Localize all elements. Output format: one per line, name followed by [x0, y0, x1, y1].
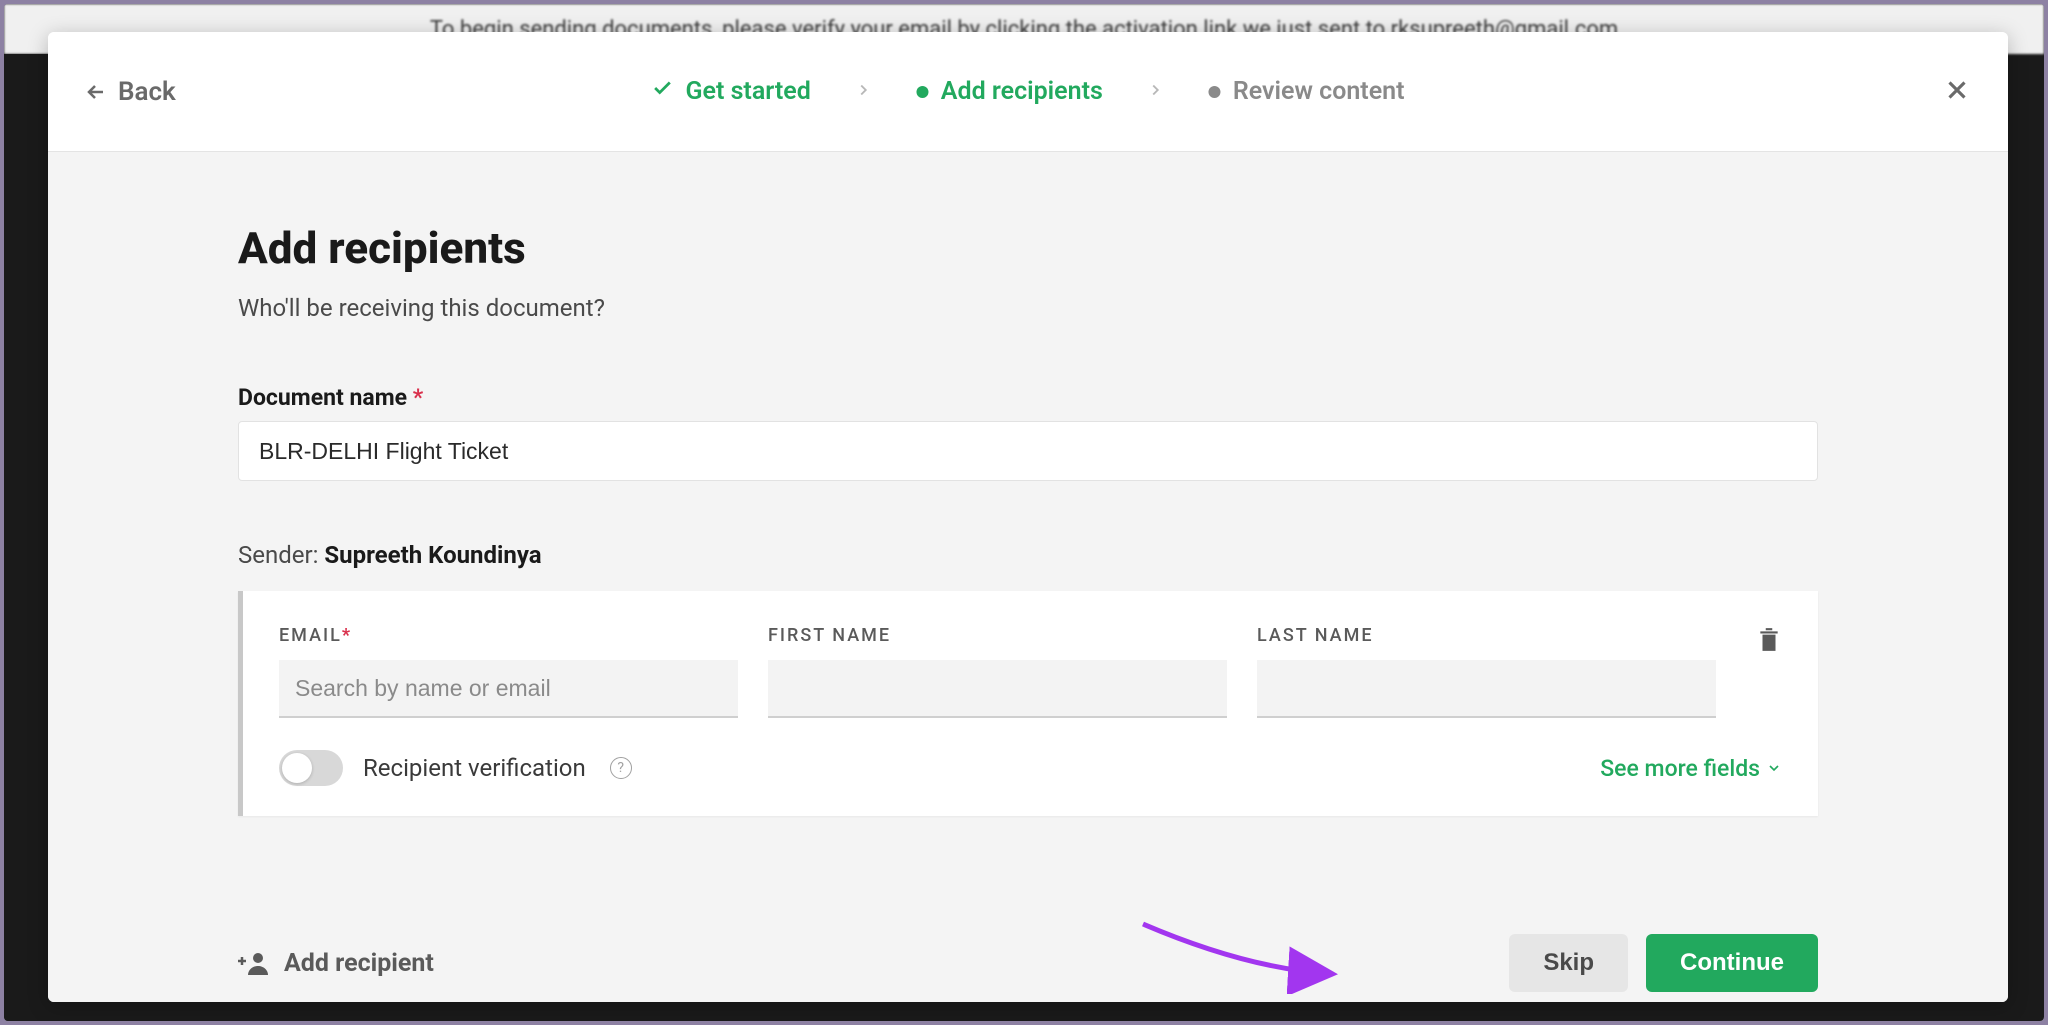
step-label: Get started [685, 77, 810, 106]
step-label: Review content [1233, 77, 1405, 106]
first-name-label: FIRST NAME [768, 625, 1227, 646]
required-indicator: * [342, 625, 350, 646]
chevron-down-icon [1766, 760, 1782, 776]
sender-name: Supreeth Koundinya [324, 541, 541, 569]
page-title: Add recipients [238, 222, 1818, 274]
footer-actions: Add recipient Skip Continue [238, 934, 1818, 992]
close-button[interactable] [1942, 75, 1972, 109]
trash-icon [1756, 625, 1782, 655]
stepper: Get started Add recipients Review conten… [651, 77, 1404, 106]
document-name-input[interactable] [238, 421, 1818, 481]
see-more-fields-link[interactable]: See more fields [1600, 755, 1782, 782]
step-label: Add recipients [941, 77, 1103, 106]
verification-label: Recipient verification [363, 754, 586, 782]
add-recipient-button[interactable]: Add recipient [238, 949, 434, 978]
add-recipient-label: Add recipient [284, 949, 434, 978]
delete-recipient-button[interactable] [1756, 625, 1782, 659]
add-recipients-modal: Back Get started Add recipients [48, 32, 2008, 1002]
dot-icon [1209, 86, 1221, 98]
arrow-left-icon [84, 80, 108, 104]
last-name-input[interactable] [1257, 660, 1716, 718]
step-review-content[interactable]: Review content [1209, 77, 1405, 106]
back-label: Back [118, 77, 176, 107]
help-icon[interactable]: ? [610, 757, 632, 779]
close-icon [1942, 75, 1972, 105]
modal-body: Add recipients Who'll be receiving this … [48, 152, 2008, 1002]
page-subtitle: Who'll be receiving this document? [238, 294, 1818, 322]
dot-icon [917, 86, 929, 98]
recipient-verification-toggle[interactable] [279, 750, 343, 786]
continue-button[interactable]: Continue [1646, 934, 1818, 992]
back-button[interactable]: Back [84, 77, 176, 107]
email-label: EMAIL* [279, 625, 738, 646]
toggle-knob [282, 753, 312, 783]
step-add-recipients[interactable]: Add recipients [917, 77, 1103, 106]
document-name-label: Document name * [238, 384, 1818, 411]
recipient-card: EMAIL* FIRST NAME LAST NAME [238, 591, 1818, 816]
chevron-right-icon [855, 81, 873, 103]
first-name-input[interactable] [768, 660, 1227, 718]
check-icon [651, 77, 673, 106]
required-indicator: * [413, 384, 423, 411]
modal-header: Back Get started Add recipients [48, 32, 2008, 152]
last-name-label: LAST NAME [1257, 625, 1716, 646]
add-person-icon [238, 950, 270, 976]
chevron-right-icon [1147, 81, 1165, 103]
email-input[interactable] [279, 660, 738, 718]
sender-line: Sender: Supreeth Koundinya [238, 541, 1818, 569]
step-get-started[interactable]: Get started [651, 77, 810, 106]
skip-button[interactable]: Skip [1509, 934, 1628, 992]
